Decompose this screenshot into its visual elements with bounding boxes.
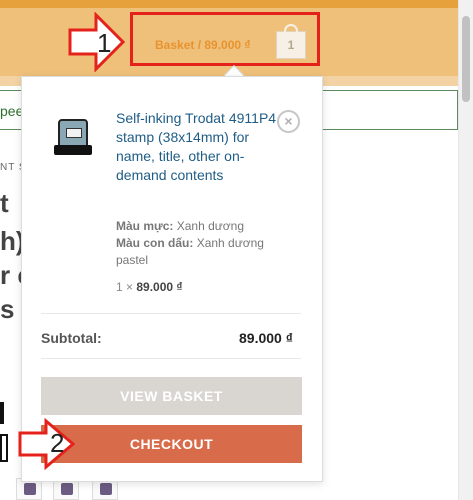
stamp-icon [61,483,73,495]
subtotal-label: Subtotal: [41,330,102,346]
quantity-prefix: 1 × [116,280,137,294]
swatch-fragment[interactable] [0,434,8,462]
stamp-label [66,128,82,138]
header-top-bar [0,0,473,8]
product-title-fragment: s [0,294,15,324]
basket-icon[interactable]: 1 [276,24,306,59]
remove-item-icon[interactable]: × [277,110,300,133]
variation-stamp-color: Màu con dấu: Xanh dương pastel [116,235,276,269]
divider [41,358,301,359]
variation-ink-color: Màu mực: Xanh dương [116,218,244,235]
product-image[interactable] [50,115,94,161]
divider [41,313,301,314]
variation-value: Xanh dương [176,219,245,233]
subtotal-value: 89.000 ₫ [239,330,293,346]
basket-separator: / [194,38,205,52]
arrow-right-icon [18,418,76,470]
variation-label: Màu mực: [116,219,174,233]
item-price: 89.000 ₫ [136,280,183,294]
basket-label: Basket [155,38,195,52]
basket-handle [284,24,298,34]
page-scrollbar[interactable] [458,0,473,500]
stamp-icon [24,483,36,495]
view-basket-button[interactable]: VIEW BASKET [41,377,302,415]
basket-total: 89.000 ₫ [204,38,251,52]
basket-count-badge: 1 [287,38,295,52]
stamp-icon [100,483,112,495]
step-number-1: 1 [97,28,112,58]
checkout-button[interactable]: CHECKOUT [41,425,302,463]
product-title-fragment: t [0,188,9,218]
basket-highlight-box[interactable]: Basket / 89.000 ₫ 1 [130,12,320,66]
quantity-price: 1 × 89.000 ₫ [116,280,183,294]
variation-label: Màu con dấu: [116,236,194,250]
product-name-link[interactable]: Self-inking Trodat 4911P4 stamp (38x14mm… [116,109,278,185]
step-number-2: 2 [50,428,65,458]
notice-text: pee [0,103,24,119]
basket-link[interactable]: Basket / 89.000 ₫ [155,38,251,52]
swatch-fragment[interactable] [0,402,4,424]
stamp-base [54,145,92,155]
scrollbar-thumb[interactable] [462,16,470,102]
